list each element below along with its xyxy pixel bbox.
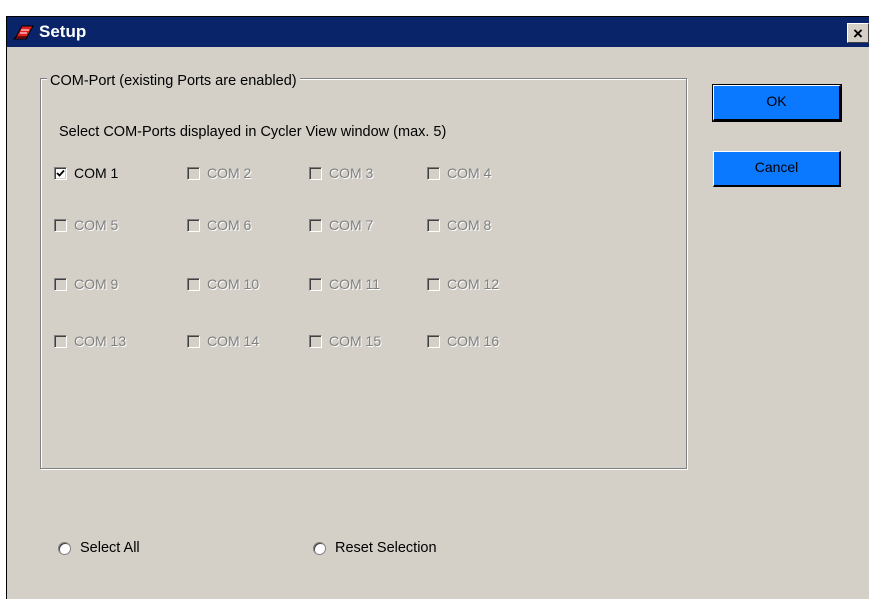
window-title: Setup [39,22,87,41]
checkmark-icon [54,166,67,180]
checkbox-box [54,218,67,232]
com-port-checkbox: COM 11 [309,274,380,294]
com-port-label: COM 7 [329,217,374,233]
com-port-checkbox: COM 6 [187,215,251,235]
select-all-radio[interactable]: Select All [58,538,140,558]
com-port-checkbox: COM 12 [427,274,499,294]
com-port-checkbox: COM 8 [427,215,491,235]
checkbox-box [427,166,440,180]
checkbox-box [54,277,67,291]
cancel-button[interactable]: Cancel [713,151,841,187]
checkbox-box [187,334,200,348]
checkbox-box [309,218,322,232]
radio-circle [58,541,71,555]
com-port-label: COM 8 [447,217,492,233]
com-port-checkbox: COM 3 [309,163,373,183]
com-port-label: COM 4 [447,165,492,181]
com-port-label: COM 9 [74,276,119,292]
com-port-label: COM 14 [207,333,260,349]
com-port-label: COM 15 [329,333,382,349]
ok-button[interactable]: OK [712,84,842,122]
com-port-checkbox: COM 5 [54,215,118,235]
com-port-checkbox: COM 2 [187,163,251,183]
checkbox-box [309,166,322,180]
com-port-label: COM 1 [74,165,119,181]
com-port-checkbox: COM 9 [54,274,118,294]
com-port-checkbox: COM 7 [309,215,373,235]
title-bar[interactable]: Setup × [7,17,869,47]
checkbox-box [187,166,200,180]
reset-selection-radio[interactable]: Reset Selection [313,538,437,558]
checkbox-box [309,277,322,291]
com-port-label: COM 10 [207,276,260,292]
com-port-label: COM 3 [329,165,374,181]
checkbox-box [187,218,200,232]
com-port-label: COM 6 [207,217,252,233]
com-port-checkbox: COM 13 [54,331,126,351]
checkbox-box [427,218,440,232]
close-icon: × [853,23,863,43]
com-port-label: COM 12 [447,276,500,292]
close-button[interactable]: × [847,23,869,43]
com-port-label: COM 11 [329,276,381,292]
com-port-checkbox: COM 15 [309,331,381,351]
com-port-checkbox: COM 10 [187,274,259,294]
instruction-text: Select COM-Ports displayed in Cycler Vie… [59,124,447,140]
com-port-checkbox[interactable]: COM 1 [54,163,118,183]
checkbox-box [309,334,322,348]
select-all-label: Select All [80,540,140,556]
setup-dialog: Setup × COM-Port (existing Ports are ena… [6,16,869,599]
com-port-checkbox: COM 14 [187,331,259,351]
reset-selection-label: Reset Selection [335,540,437,556]
com-port-checkbox: COM 16 [427,331,499,351]
com-port-label: COM 5 [74,217,119,233]
checkbox-box [427,277,440,291]
checkbox-box [54,334,67,348]
com-port-label: COM 16 [447,333,500,349]
radio-circle [313,541,326,555]
com-port-label: COM 2 [207,165,252,181]
com-port-label: COM 13 [74,333,127,349]
checkbox-box [187,277,200,291]
com-port-checkbox: COM 4 [427,163,491,183]
red-app-icon [13,25,34,40]
checkbox-box [427,334,440,348]
groupbox-legend: COM-Port (existing Ports are enabled) [47,72,300,90]
